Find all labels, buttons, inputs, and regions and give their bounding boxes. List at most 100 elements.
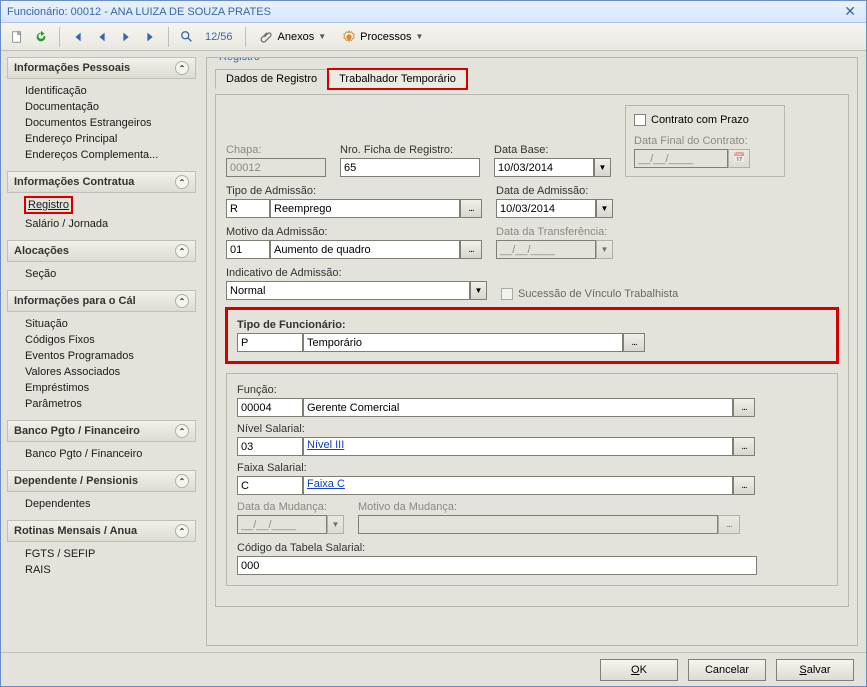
sidebar-item[interactable]: Endereços Complementa... xyxy=(25,147,196,163)
sidebar-item[interactable]: Endereço Principal xyxy=(25,131,196,147)
tipo-funcionario-code[interactable] xyxy=(237,333,303,352)
tipo-admissao-desc[interactable] xyxy=(270,199,460,218)
motivo-mudanca-field: Motivo da Mudança: ... xyxy=(358,501,827,534)
sidebar-item[interactable]: Eventos Programados xyxy=(25,348,196,364)
next-record-icon[interactable] xyxy=(116,27,136,47)
sidebar-item[interactable]: Registro xyxy=(25,197,72,213)
chevron-down-icon: ▼ xyxy=(318,32,326,41)
window: Funcionário: 00012 - ANA LUIZA DE SOUZA … xyxy=(0,0,867,687)
sidebar-item[interactable]: Documentos Estrangeiros xyxy=(25,115,196,131)
data-transferencia-dropdown-icon: ▼ xyxy=(596,240,613,259)
nivel-desc[interactable]: Nível III xyxy=(303,437,733,456)
data-base-dropdown-icon[interactable]: ▼ xyxy=(594,158,611,177)
contract-box: Contrato com Prazo Data Final do Contrat… xyxy=(625,105,785,177)
accordion-header[interactable]: Informações Contratua⌃ xyxy=(7,171,196,193)
sidebar-item[interactable]: Salário / Jornada xyxy=(25,216,196,232)
cancel-button[interactable]: Cancelar xyxy=(688,659,766,681)
tab-trabalhador-temporario[interactable]: Trabalhador Temporário xyxy=(328,69,467,89)
data-final-contrato-input xyxy=(634,149,728,168)
refresh-icon[interactable] xyxy=(31,27,51,47)
sidebar-item[interactable]: Dependentes xyxy=(25,496,196,512)
save-button[interactable]: Salvar xyxy=(776,659,854,681)
tabela-salarial-field: Código da Tabela Salarial: xyxy=(237,542,827,575)
chevron-up-icon: ⌃ xyxy=(175,175,189,189)
accordion-header[interactable]: Rotinas Mensais / Anua⌃ xyxy=(7,520,196,542)
ok-button[interactable]: OK xyxy=(600,659,678,681)
processes-dropdown[interactable]: Processos ▼ xyxy=(336,26,429,48)
accordion-header[interactable]: Informações para o Cál⌃ xyxy=(7,290,196,312)
data-transferencia-input xyxy=(496,240,596,259)
search-icon[interactable] xyxy=(177,27,197,47)
new-icon[interactable] xyxy=(7,27,27,47)
first-record-icon[interactable] xyxy=(68,27,88,47)
data-mudanca-field: Data da Mudança: ▼ xyxy=(237,501,344,534)
sidebar-item[interactable]: RAIS xyxy=(25,562,196,578)
tabela-salarial-input[interactable] xyxy=(237,556,757,575)
ficha-input[interactable] xyxy=(340,158,480,177)
accordion-header[interactable]: Dependente / Pensionis⌃ xyxy=(7,470,196,492)
tipo-admissao-code[interactable] xyxy=(226,199,270,218)
faixa-desc[interactable]: Faixa C xyxy=(303,476,733,495)
data-admissao-dropdown-icon[interactable]: ▼ xyxy=(596,199,613,218)
sidebar-item[interactable]: Empréstimos xyxy=(25,380,196,396)
sidebar-item[interactable]: Documentação xyxy=(25,99,196,115)
funcao-lookup-icon[interactable]: ... xyxy=(733,398,755,417)
tab-bar: Dados de Registro Trabalhador Temporário xyxy=(215,68,849,88)
toolbar: 12/56 Anexos ▼ Processos ▼ xyxy=(1,23,866,51)
chevron-up-icon: ⌃ xyxy=(175,61,189,75)
ficha-field: Nro. Ficha de Registro: xyxy=(340,144,480,177)
last-record-icon[interactable] xyxy=(140,27,160,47)
funcao-code[interactable] xyxy=(237,398,303,417)
contrato-prazo-checkbox[interactable]: Contrato com Prazo xyxy=(634,114,749,126)
accordion-header[interactable]: Banco Pgto / Financeiro⌃ xyxy=(7,420,196,442)
sidebar: Informações Pessoais⌃IdentificaçãoDocume… xyxy=(1,51,202,652)
data-final-calendar-icon: 📅 xyxy=(728,149,750,168)
nivel-code[interactable] xyxy=(237,437,303,456)
tipo-funcionario-lookup-icon[interactable]: ... xyxy=(623,333,645,352)
tab-dados-registro[interactable]: Dados de Registro xyxy=(215,69,328,89)
tipo-admissao-lookup-icon[interactable]: ... xyxy=(460,199,482,218)
sidebar-item[interactable]: Parâmetros xyxy=(25,396,196,412)
chevron-up-icon: ⌃ xyxy=(175,294,189,308)
motivo-admissao-lookup-icon[interactable]: ... xyxy=(460,240,482,259)
funcao-desc[interactable] xyxy=(303,398,733,417)
titlebar: Funcionário: 00012 - ANA LUIZA DE SOUZA … xyxy=(1,1,866,23)
sidebar-item[interactable]: Seção xyxy=(25,266,196,282)
motivo-admissao-desc[interactable] xyxy=(270,240,460,259)
salario-group: Função: ... Nível Salarial: Níve xyxy=(226,373,838,586)
sidebar-item[interactable]: Identificação xyxy=(25,83,196,99)
sidebar-item[interactable]: Situação xyxy=(25,316,196,332)
sidebar-item[interactable]: Banco Pgto / Financeiro xyxy=(25,446,196,462)
registro-groupbox: Registro Dados de Registro Trabalhador T… xyxy=(206,57,858,646)
gear-icon xyxy=(342,30,356,44)
faixa-code[interactable] xyxy=(237,476,303,495)
motivo-mudanca-input xyxy=(358,515,718,534)
groupbox-legend: Registro xyxy=(215,57,264,63)
tipo-funcionario-field: Tipo de Funcionário: ... xyxy=(237,319,827,352)
nivel-lookup-icon[interactable]: ... xyxy=(733,437,755,456)
indicativo-admissao-dropdown-icon[interactable]: ▼ xyxy=(470,281,487,300)
sidebar-item[interactable]: Valores Associados xyxy=(25,364,196,380)
data-base-field: Data Base: ▼ xyxy=(494,144,611,177)
form-panel: Chapa: Nro. Ficha de Registro: Data Base… xyxy=(215,94,849,607)
tipo-funcionario-desc[interactable] xyxy=(303,333,623,352)
main-area: Registro Dados de Registro Trabalhador T… xyxy=(202,51,866,652)
indicativo-admissao-input[interactable] xyxy=(226,281,470,300)
sidebar-item[interactable]: Códigos Fixos xyxy=(25,332,196,348)
close-icon[interactable]: ✕ xyxy=(840,3,860,20)
faixa-field: Faixa Salarial: Faixa C ... xyxy=(237,462,827,495)
data-base-input[interactable] xyxy=(494,158,594,177)
faixa-lookup-icon[interactable]: ... xyxy=(733,476,755,495)
motivo-admissao-field: Motivo da Admissão: ... xyxy=(226,226,482,259)
data-admissao-input[interactable] xyxy=(496,199,596,218)
nivel-field: Nível Salarial: Nível III ... xyxy=(237,423,827,456)
footer: OK Cancelar Salvar xyxy=(1,652,866,686)
motivo-admissao-code[interactable] xyxy=(226,240,270,259)
data-mudanca-input xyxy=(237,515,327,534)
accordion-header[interactable]: Alocações⌃ xyxy=(7,240,196,262)
accordion-header[interactable]: Informações Pessoais⌃ xyxy=(7,57,196,79)
data-mudanca-dropdown-icon: ▼ xyxy=(327,515,344,534)
sidebar-item[interactable]: FGTS / SEFIP xyxy=(25,546,196,562)
prev-record-icon[interactable] xyxy=(92,27,112,47)
attachments-dropdown[interactable]: Anexos ▼ xyxy=(254,26,333,48)
